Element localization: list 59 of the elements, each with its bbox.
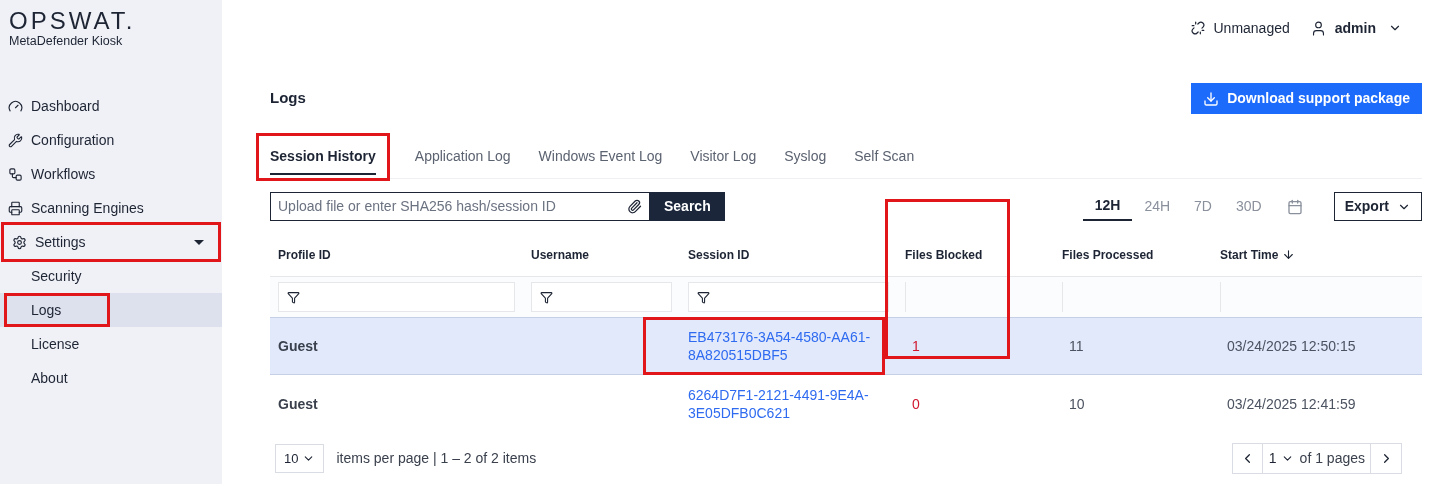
table-cell-text: Guest bbox=[277, 336, 319, 356]
paperclip-icon bbox=[627, 199, 642, 214]
table-cell-text: 0 bbox=[911, 394, 921, 414]
column-header[interactable]: Profile ID bbox=[278, 245, 331, 264]
session-link[interactable]: 6264D7F1-2121-4491-9E4A-3E05DFB0C621 bbox=[680, 386, 880, 422]
tab[interactable]: Syslog bbox=[784, 136, 827, 178]
sidebar-subitem[interactable]: About bbox=[0, 364, 68, 392]
page-size-select[interactable]: 10 bbox=[275, 444, 325, 473]
download-icon bbox=[1203, 90, 1220, 107]
tab[interactable]: Self Scan bbox=[854, 136, 915, 178]
sidebar-item[interactable]: Settings bbox=[4, 225, 218, 259]
unlink-icon bbox=[1191, 21, 1206, 35]
table-cell-text: 03/24/2025 12:41:59 bbox=[1226, 394, 1357, 414]
printer-icon bbox=[8, 200, 23, 216]
filter-field[interactable] bbox=[531, 282, 672, 312]
pagination-summary: items per page | 1 – 2 of 2 items bbox=[336, 449, 537, 468]
wrench-icon bbox=[8, 132, 23, 148]
product-name: MetaDefender Kiosk bbox=[9, 34, 124, 48]
tab[interactable]: Session History bbox=[259, 136, 387, 178]
table-cell-text: 10 bbox=[1068, 394, 1086, 414]
user-menu[interactable]: admin bbox=[1309, 17, 1402, 39]
column-header[interactable]: Files Processed bbox=[1062, 245, 1154, 264]
download-button[interactable]: Download support package bbox=[1191, 83, 1422, 114]
sidebar-item[interactable]: Scanning Engines bbox=[0, 191, 222, 225]
sidebar-subitem[interactable]: License bbox=[0, 330, 80, 358]
tab[interactable]: Windows Event Log bbox=[538, 136, 663, 178]
table-cell-text: 03/24/2025 12:50:15 bbox=[1226, 336, 1357, 356]
search-button[interactable]: Search bbox=[650, 192, 725, 221]
status-indicator: Unmanaged bbox=[1191, 17, 1290, 39]
table-cell-text: Guest bbox=[277, 394, 319, 414]
workflow-icon bbox=[8, 166, 23, 182]
search-field[interactable]: Upload file or enter SHA256 hash/session ID bbox=[270, 192, 650, 221]
brand-logo: OPSWAT. bbox=[9, 8, 137, 34]
sort-arrow-icon bbox=[1282, 248, 1296, 261]
settings-icon bbox=[12, 234, 27, 250]
table-row[interactable]: Guest EB473176-3A54-4580-AA61-8A820515DBF5 1 11 03/24/2025 12:50:15 bbox=[270, 317, 1422, 375]
gauge-icon bbox=[8, 98, 23, 114]
export-button[interactable]: Export bbox=[1333, 192, 1422, 221]
table-cell-text: 11 bbox=[1068, 336, 1085, 356]
tab[interactable]: Visitor Log bbox=[690, 136, 757, 178]
column-header[interactable]: Files Blocked bbox=[905, 245, 983, 264]
sidebar-subitem[interactable]: Security bbox=[0, 262, 82, 290]
table-cell-text: 1 bbox=[911, 336, 921, 356]
tab[interactable]: Application Log bbox=[414, 136, 511, 178]
column-header[interactable]: Start Time bbox=[1220, 245, 1296, 264]
filter-field[interactable] bbox=[688, 282, 889, 312]
filter-icon bbox=[697, 290, 710, 304]
sidebar-item[interactable]: Workflows bbox=[0, 157, 222, 191]
filter-icon bbox=[540, 290, 553, 304]
time-range-tab[interactable]: 12H bbox=[1082, 192, 1133, 221]
page-title: Logs bbox=[270, 88, 306, 109]
calendar-icon[interactable] bbox=[1286, 198, 1303, 215]
column-header[interactable]: Username bbox=[531, 245, 590, 264]
sidebar-item[interactable]: Configuration bbox=[0, 123, 222, 157]
filter-icon bbox=[287, 290, 300, 304]
session-link[interactable]: EB473176-3A54-4580-AA61-8A820515DBF5 bbox=[646, 320, 882, 372]
sidebar-item[interactable]: Dashboard bbox=[0, 89, 222, 123]
filter-field[interactable] bbox=[278, 282, 515, 312]
column-header[interactable]: Session ID bbox=[688, 245, 750, 264]
